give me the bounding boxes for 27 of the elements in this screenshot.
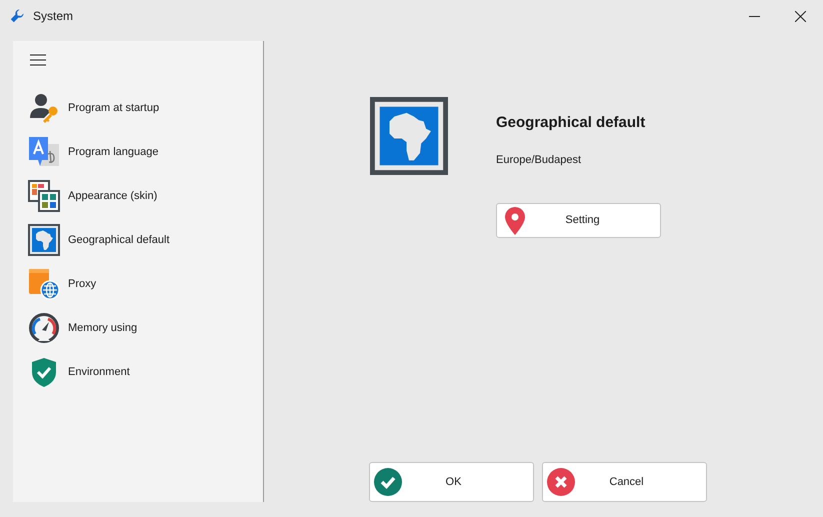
setting-button[interactable]: Setting bbox=[496, 203, 661, 238]
menu-button[interactable] bbox=[28, 52, 48, 68]
checkmark-icon bbox=[374, 468, 402, 496]
sidebar-item[interactable]: Memory using bbox=[28, 306, 248, 350]
location-pin-icon bbox=[505, 206, 525, 234]
sidebar-item[interactable]: Proxy bbox=[28, 262, 248, 306]
sidebar-item[interactable]: Program language bbox=[28, 130, 248, 174]
sidebar-item[interactable]: Geographical default bbox=[28, 218, 248, 262]
sidebar-item[interactable]: Appearance (skin) bbox=[28, 174, 248, 218]
section-title: Geographical default bbox=[496, 113, 646, 133]
color-grid-icon bbox=[28, 180, 60, 212]
location-value: Europe/Budapest bbox=[496, 152, 582, 168]
menu-icon bbox=[30, 54, 46, 66]
window-title: System bbox=[33, 8, 74, 25]
sidebar-item[interactable]: Program at startup bbox=[28, 86, 248, 130]
cancel-button[interactable]: Cancel bbox=[542, 462, 707, 502]
person-key-icon bbox=[28, 92, 60, 124]
close-icon bbox=[547, 468, 575, 496]
folder-globe-icon bbox=[28, 268, 60, 300]
sidebar-item[interactable]: Environment bbox=[28, 350, 248, 394]
wrench-icon bbox=[10, 9, 24, 23]
africa-map-icon bbox=[370, 97, 448, 175]
ok-button[interactable]: OK bbox=[369, 462, 534, 502]
close-icon bbox=[794, 10, 806, 22]
africa-map-icon bbox=[28, 224, 60, 256]
translate-icon bbox=[28, 136, 60, 168]
gauge-icon bbox=[28, 312, 60, 344]
